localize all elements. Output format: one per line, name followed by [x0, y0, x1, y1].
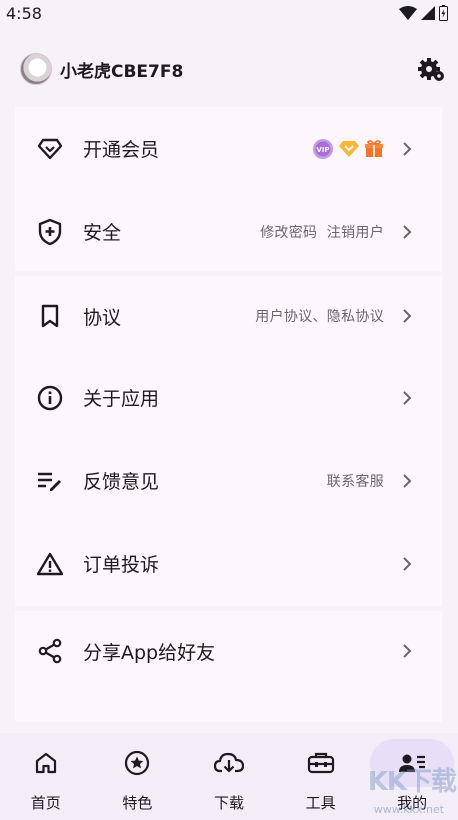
- cloud-download-icon: [213, 752, 244, 773]
- row-about[interactable]: 关于应用: [15, 356, 442, 439]
- row-agreement[interactable]: 协议 用户协议、隐私协议: [15, 276, 442, 356]
- shield-plus-icon: [37, 218, 63, 245]
- chevron-right-icon: [400, 223, 414, 241]
- watermark-logo: KK下载: [367, 767, 457, 797]
- row-hint: 联系客服: [326, 473, 384, 490]
- chevron-right-icon: [400, 140, 414, 158]
- status-time: 4:58: [6, 3, 42, 23]
- card-membership-security: 开通会员 VIP 安全 修改密码 注销用户: [15, 107, 442, 271]
- profile-header: 小老虎CBE7F8: [20, 50, 445, 88]
- watermark-url: www.kkx.net: [373, 803, 444, 816]
- wifi-icon: [399, 6, 417, 20]
- vip-badge-icon: VIP: [313, 138, 333, 159]
- avatar[interactable]: [20, 53, 52, 85]
- row-label: 订单投诉: [83, 554, 160, 576]
- chevron-right-icon: [400, 472, 414, 490]
- row-label: 安全: [83, 222, 122, 244]
- nav-label: 特色: [122, 794, 153, 812]
- nav-featured[interactable]: 特色: [92, 733, 184, 813]
- chevron-right-icon: [400, 642, 414, 660]
- row-label: 协议: [83, 306, 122, 329]
- chevron-right-icon: [400, 555, 414, 573]
- chevron-right-icon: [400, 307, 414, 325]
- bookmark-icon: [37, 303, 63, 329]
- battery-icon: [439, 5, 448, 21]
- gift-badge-icon: [365, 139, 383, 157]
- diamond-badge-icon: [339, 140, 359, 157]
- row-vip[interactable]: 开通会员 VIP: [15, 107, 442, 190]
- row-label: 关于应用: [83, 388, 160, 410]
- warning-icon: [37, 551, 63, 577]
- chevron-right-icon: [400, 389, 414, 407]
- row-security[interactable]: 安全 修改密码 注销用户: [15, 190, 442, 273]
- nav-download[interactable]: 下载: [183, 733, 275, 813]
- status-bar: 4:58: [0, 0, 458, 26]
- settings-button[interactable]: [417, 55, 445, 83]
- row-feedback[interactable]: 反馈意见 联系客服: [15, 439, 442, 522]
- row-label: 反馈意见: [83, 471, 160, 493]
- share-icon: [37, 638, 63, 664]
- row-hint: 用户协议、隐私协议: [255, 309, 384, 325]
- row-complaint[interactable]: 订单投诉: [15, 522, 442, 605]
- status-icons: [399, 5, 448, 21]
- row-label: 分享App给好友: [83, 641, 216, 664]
- gear-icon: [418, 58, 444, 81]
- card-share: 分享App给好友: [15, 611, 442, 722]
- bottom-navigation: 首页 特色 下载 工具 我的 KK下载 www.kkx.net: [0, 733, 458, 820]
- nav-label: 首页: [30, 794, 61, 812]
- toolbox-icon: [307, 752, 334, 774]
- signal-icon: [421, 6, 435, 20]
- user-info[interactable]: 小老虎CBE7F8: [20, 53, 183, 85]
- card-info: 协议 用户协议、隐私协议 关于应用 反馈意见 联系客服 订单投诉: [15, 276, 442, 606]
- member-badges: VIP: [312, 138, 384, 160]
- row-hint: 修改密码 注销用户: [260, 224, 384, 241]
- nav-tools[interactable]: 工具: [275, 733, 367, 813]
- nav-label: 下载: [213, 794, 244, 812]
- nav-label: 工具: [305, 794, 336, 812]
- edit-list-icon: [37, 468, 63, 494]
- home-icon: [35, 752, 56, 774]
- row-label: 开通会员: [83, 139, 160, 161]
- diamond-outline-icon: [37, 136, 63, 162]
- star-circle-icon: [125, 750, 150, 776]
- info-icon: [37, 385, 63, 411]
- nav-home[interactable]: 首页: [0, 733, 92, 813]
- vip-badge-text: VIP: [316, 146, 329, 154]
- username: 小老虎CBE7F8: [60, 61, 184, 82]
- row-share[interactable]: 分享App给好友: [15, 611, 442, 691]
